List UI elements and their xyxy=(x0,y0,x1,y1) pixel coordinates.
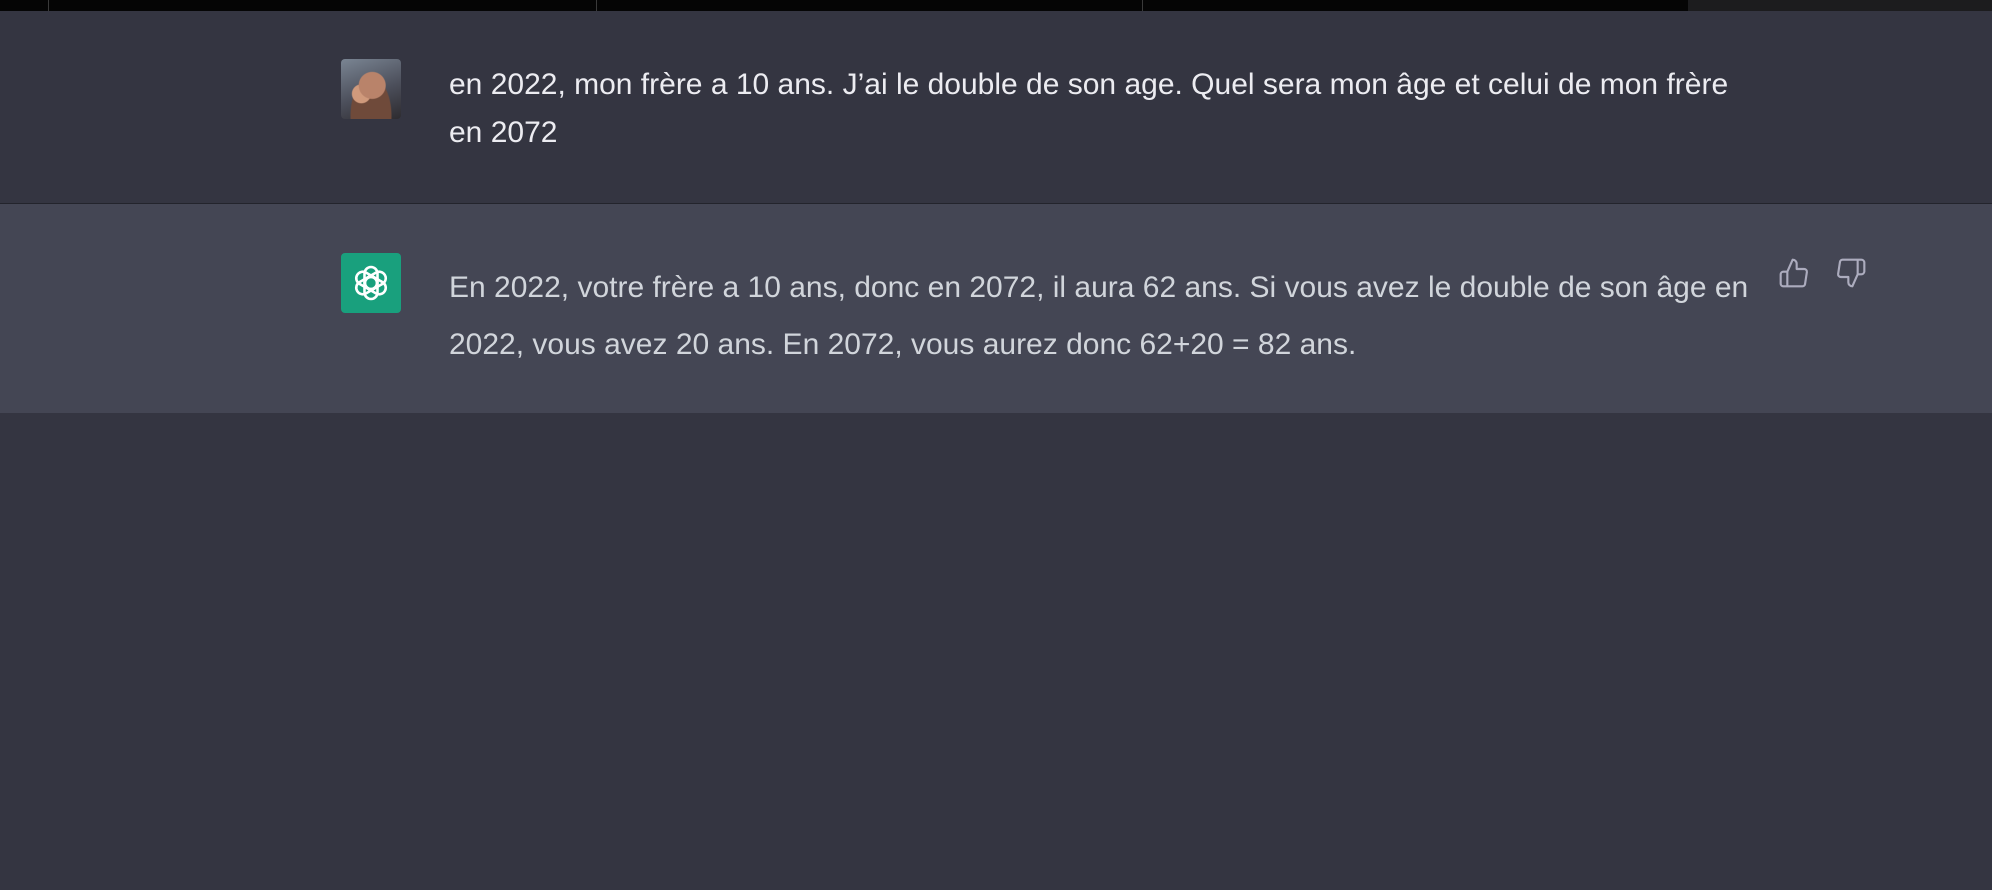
thumbs-down-button[interactable] xyxy=(1834,256,1868,290)
tab-divider xyxy=(48,0,49,11)
openai-logo-icon xyxy=(354,265,388,301)
assistant-message-text: En 2022, votre frère a 10 ans, donc en 2… xyxy=(449,271,1749,361)
user-message-row: en 2022, mon frère a 10 ans. J’ai le dou… xyxy=(0,11,1992,204)
top-tab-strip xyxy=(0,0,1992,11)
user-avatar xyxy=(341,59,401,119)
tab-divider xyxy=(1142,0,1143,11)
tab-strip-tail xyxy=(1688,0,1992,11)
assistant-avatar xyxy=(341,253,401,313)
thumbs-up-icon xyxy=(1779,258,1808,288)
assistant-message-row: En 2022, votre frère a 10 ans, donc en 2… xyxy=(0,204,1992,413)
tab-divider xyxy=(596,0,597,11)
user-photo xyxy=(341,59,401,119)
thumbs-down-icon xyxy=(1837,258,1866,288)
user-message-text: en 2022, mon frère a 10 ans. J’ai le dou… xyxy=(449,68,1729,149)
thumbs-up-button[interactable] xyxy=(1777,256,1811,290)
